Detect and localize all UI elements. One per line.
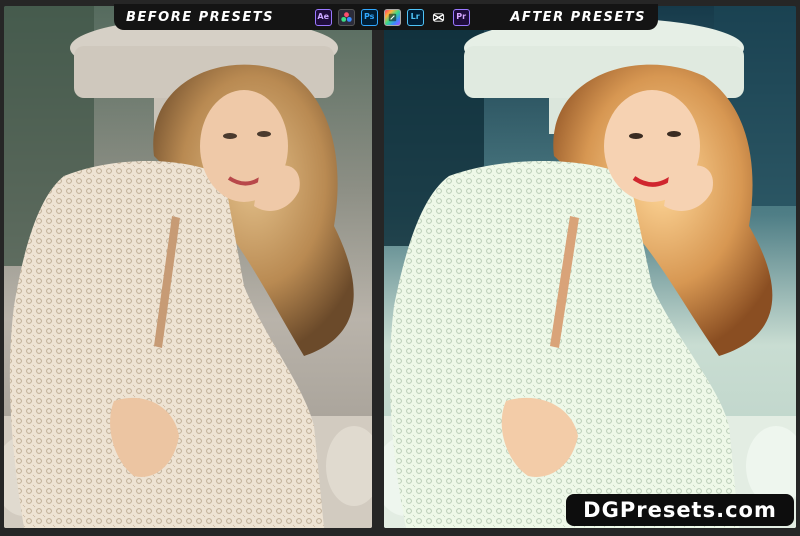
- after-presets-label: AFTER PRESETS: [510, 9, 646, 25]
- davinci-resolve-icon: [337, 8, 355, 26]
- before-photo-illustration: [4, 6, 372, 528]
- brand-text: DGPresets.com: [583, 498, 777, 522]
- after-photo-illustration: [384, 6, 796, 528]
- lightroom-icon: Lr: [406, 8, 424, 26]
- app-icon-row: Ae Ps Lr Pr: [314, 8, 470, 26]
- before-photo: [4, 6, 372, 528]
- after-photo: [384, 6, 796, 528]
- preset-label-bar: BEFORE PRESETS Ae Ps Lr Pr AFTER PRESETS: [114, 4, 658, 30]
- capcut-icon: [429, 8, 447, 26]
- brand-watermark: DGPresets.com: [566, 494, 794, 526]
- premiere-pro-icon: Pr: [452, 8, 470, 26]
- comparison-frame: BEFORE PRESETS Ae Ps Lr Pr AFTER PRESETS…: [0, 0, 800, 536]
- before-presets-label: BEFORE PRESETS: [126, 9, 275, 25]
- final-cut-pro-icon: [383, 8, 401, 26]
- after-effects-icon: Ae: [314, 8, 332, 26]
- photoshop-icon: Ps: [360, 8, 378, 26]
